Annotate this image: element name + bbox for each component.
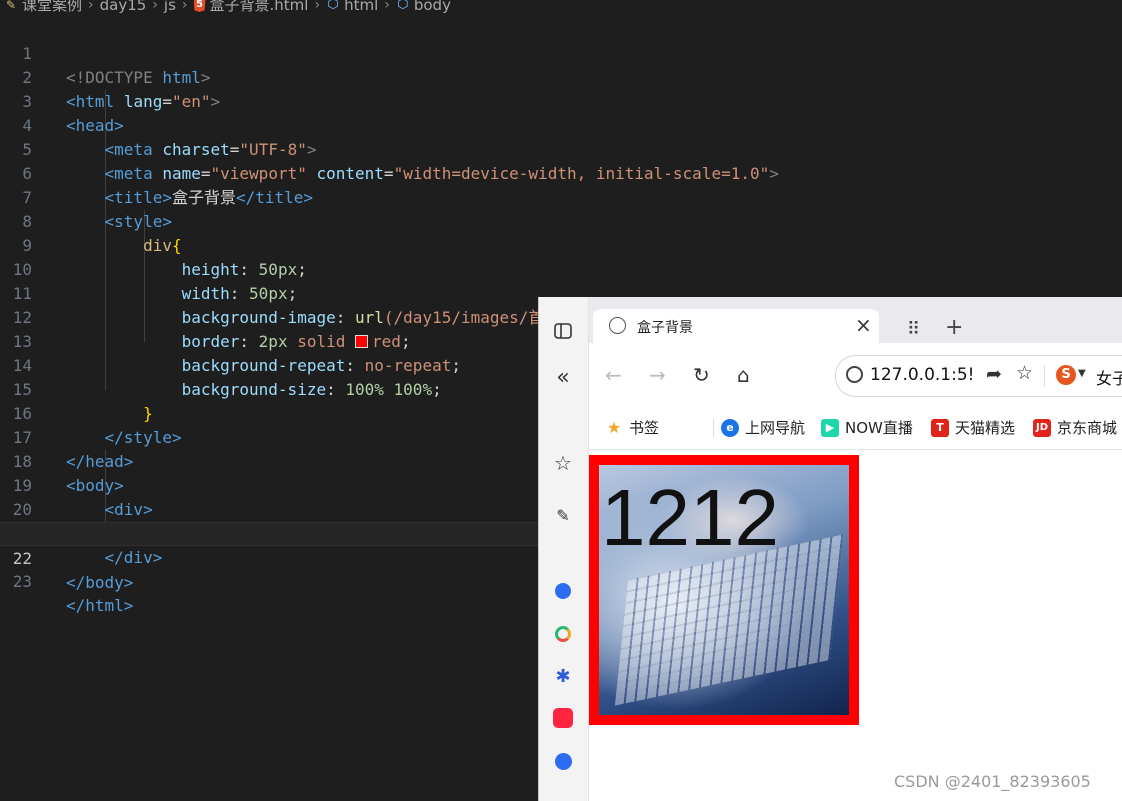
ie-icon: e <box>721 418 739 437</box>
chevron-right-icon: › <box>181 0 188 13</box>
back-icon[interactable]: ← <box>605 363 622 387</box>
code-line: 10 width: 50px; <box>0 234 1122 303</box>
code-line: 2 <html lang="en"> <box>0 42 1122 111</box>
collapse-icon[interactable]: « <box>551 365 575 390</box>
search-icon <box>846 366 863 383</box>
breadcrumb-item-body[interactable]: body <box>414 0 451 13</box>
bookmarks-bar: ★ 书签 e 上网导航 ▶ NOW直播 T 天猫精选 JD 京东商城 G <box>589 405 1122 450</box>
reload-icon[interactable]: ↻ <box>693 363 710 387</box>
code-line: 1 <!DOCTYPE html> <box>0 18 1122 87</box>
line-number: 23 <box>12 572 32 591</box>
close-tab-icon[interactable]: × <box>855 313 872 337</box>
token: </body> <box>66 573 134 592</box>
chat-app-icon[interactable] <box>551 622 575 646</box>
cube-icon: ⬡ <box>397 0 409 12</box>
dropdown-caret-icon[interactable]: ▼ <box>1078 368 1086 379</box>
xiaohongshu-icon[interactable] <box>551 706 575 730</box>
navigation-bar: ← → ↻ ⌂ 127.0.0.1:5! ➦ ☆ S ▼ 女子欲再婚 <box>589 343 1122 405</box>
chevron-right-icon: › <box>314 0 321 13</box>
jd-icon: JD <box>1033 418 1051 437</box>
background-image-box: 1212 <box>589 455 859 725</box>
box-text: 1212 <box>601 473 779 562</box>
clock-icon[interactable] <box>551 749 575 773</box>
token: </html> <box>66 596 134 615</box>
home-icon[interactable]: ⌂ <box>737 363 750 387</box>
code-line: 6 <title>盒子背景</title> <box>0 138 1122 207</box>
address-bar[interactable]: 127.0.0.1:5! ➦ ☆ S ▼ 女子欲再婚 <box>835 355 1122 397</box>
bookmark-star-icon[interactable]: ☆ <box>1016 362 1033 384</box>
breadcrumb-item-html[interactable]: html <box>344 0 378 13</box>
search-suggestion[interactable]: 女子欲再婚 <box>1096 365 1122 389</box>
bookmark-item[interactable]: e 上网导航 <box>721 417 805 438</box>
star-icon[interactable]: ☆ <box>551 451 575 475</box>
code-line: 4 <meta charset="UTF-8"> <box>0 90 1122 159</box>
search-app-icon[interactable] <box>551 579 575 603</box>
now-live-icon: ▶ <box>821 418 839 437</box>
breadcrumb-item-day15[interactable]: day15 <box>100 0 147 13</box>
code-line: 7 <style> <box>0 162 1122 231</box>
code-line: 3 <head> <box>0 66 1122 135</box>
bookmark-label: 天猫精选 <box>955 419 1016 437</box>
bookmark-item[interactable]: JD 京东商城 <box>1033 417 1117 438</box>
code-text: </body> <box>66 571 133 595</box>
code-text: </html> <box>66 594 133 618</box>
divider <box>713 419 714 437</box>
tab-grid-icon[interactable]: ⠿ <box>907 319 920 340</box>
code-line: 8 div{ <box>0 186 1122 255</box>
bookmark-label: 上网导航 <box>745 419 806 437</box>
browser-window: « ☆ ✎ ✱ 盒子背景 × ⠿ + ← → ↻ ⌂ 127.0.0.1:5! … <box>538 297 1122 801</box>
breadcrumb-item-folder[interactable]: 课堂案例 <box>22 0 82 13</box>
code-line: 11 background-image: url(/day15/images/首… <box>0 258 1122 327</box>
star-filled-icon: ★ <box>606 418 622 437</box>
search-engine-icon[interactable]: S <box>1056 365 1076 385</box>
address-url[interactable]: 127.0.0.1:5! <box>870 365 974 385</box>
bookmark-label: NOW直播 <box>845 419 913 437</box>
code-line: 9 height: 50px; <box>0 210 1122 279</box>
divider <box>1044 365 1045 387</box>
bookmark-label: 书签 <box>629 419 660 437</box>
breadcrumb-item-file[interactable]: 盒子背景.html <box>210 0 309 13</box>
tab-title: 盒子背景 <box>637 320 693 336</box>
browser-sidebar: « ☆ ✎ ✱ <box>539 297 589 801</box>
bookmark-label: 京东商城 <box>1057 419 1118 437</box>
breadcrumb: ✎ 课堂案例 › day15 › js › 5 盒子背景.html › ⬡ ht… <box>0 0 1122 13</box>
folder-icon: ✎ <box>5 0 17 12</box>
cube-icon: ⬡ <box>327 0 339 12</box>
chevron-right-icon: › <box>384 0 390 13</box>
share-icon[interactable]: ➦ <box>986 363 1002 385</box>
chevron-right-icon: › <box>152 0 158 13</box>
sidebar-toggle-icon[interactable] <box>551 319 575 343</box>
watermark: CSDN @2401_82393605 <box>894 772 1091 791</box>
new-tab-icon[interactable]: + <box>945 315 963 340</box>
bookmark-item[interactable]: ▶ NOW直播 <box>821 417 913 438</box>
tmall-icon: T <box>931 418 949 437</box>
bookmark-item[interactable]: T 天猫精选 <box>931 417 1015 438</box>
code-line: 5 <meta name="viewport" content="width=d… <box>0 114 1122 183</box>
note-icon[interactable]: ✎ <box>551 503 575 527</box>
page-content: 1212 <box>589 450 1122 801</box>
globe-icon <box>609 317 626 334</box>
tab-bar: 盒子背景 × ⠿ + <box>589 297 1122 343</box>
bookmark-item[interactable]: ★ 书签 <box>605 417 659 438</box>
breadcrumb-item-js[interactable]: js <box>164 0 176 13</box>
chevron-right-icon: › <box>88 0 94 13</box>
tab-active[interactable]: 盒子背景 × <box>593 309 879 343</box>
paw-icon[interactable]: ✱ <box>551 664 575 688</box>
html5-icon: 5 <box>193 0 206 12</box>
forward-icon[interactable]: → <box>649 363 666 387</box>
